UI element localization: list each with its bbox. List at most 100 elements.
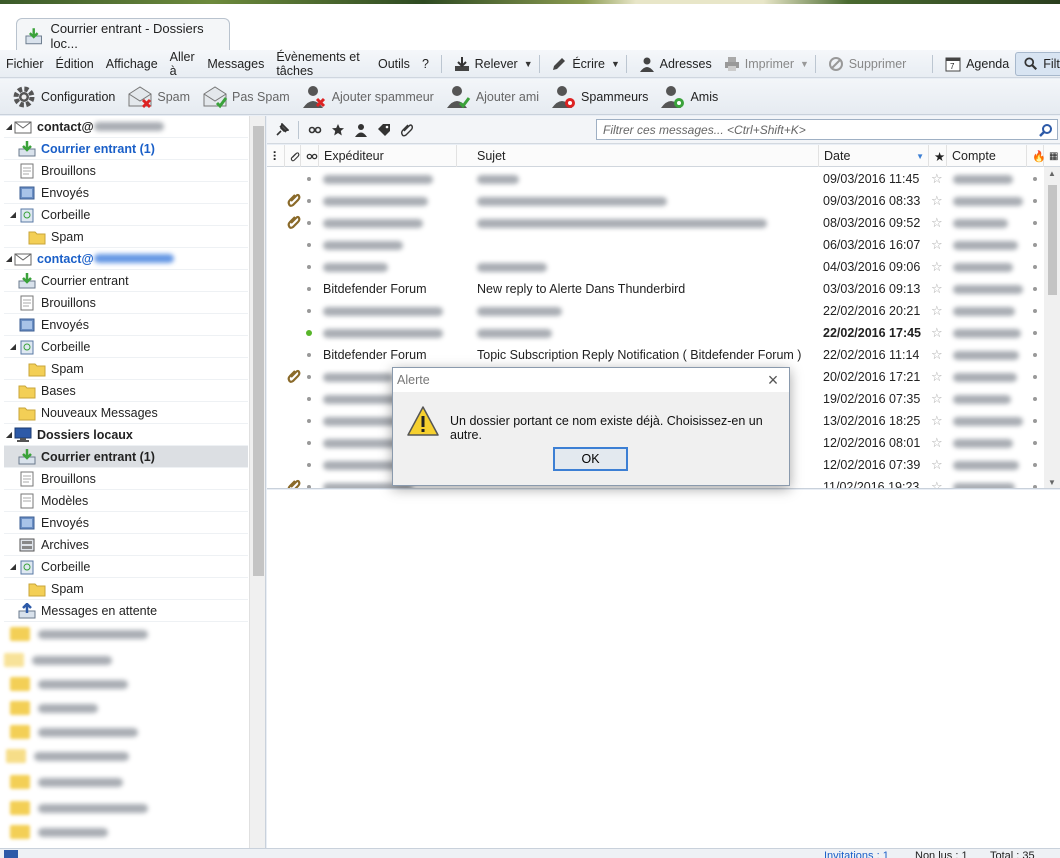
folder-spam[interactable]: Spam <box>4 578 248 600</box>
read-dot[interactable] <box>307 463 311 467</box>
junk-status-dot[interactable] <box>1033 375 1037 379</box>
junk-column[interactable]: 🔥 <box>1027 145 1046 167</box>
folder-drafts[interactable]: Brouillons <box>4 468 248 490</box>
folder-trash[interactable]: ◢ Corbeille <box>4 336 248 358</box>
star-column[interactable]: ★ <box>929 145 947 167</box>
folder-sent[interactable]: Envoyés <box>4 314 248 336</box>
junk-status-dot[interactable] <box>1033 243 1037 247</box>
scrollbar-thumb[interactable] <box>1048 185 1057 295</box>
star-icon[interactable]: ☆ <box>931 347 943 363</box>
add-friend-button[interactable]: Ajouter ami <box>443 84 542 110</box>
collapse-icon[interactable]: ◢ <box>8 210 18 219</box>
folder-outbox[interactable]: Messages en attente <box>4 600 248 622</box>
friends-button[interactable]: Amis <box>657 84 721 110</box>
junk-status-dot[interactable] <box>1033 419 1037 423</box>
folder-archives[interactable]: Archives <box>4 534 248 556</box>
redacted-folder[interactable] <box>10 724 138 740</box>
quick-filter-input[interactable]: Filtrer ces messages... <Ctrl+Shift+K> <box>596 119 1058 140</box>
menu-aller-a[interactable]: Aller à <box>164 50 202 78</box>
attachment-filter-icon[interactable] <box>400 123 414 137</box>
message-row[interactable]: 08/03/2016 09:52 ☆ <box>267 212 1044 234</box>
junk-status-dot[interactable] <box>1033 353 1037 357</box>
spammers-button[interactable]: Spammeurs <box>548 84 651 110</box>
redacted-folder[interactable] <box>10 824 108 840</box>
subject-column[interactable]: Sujet <box>457 145 819 167</box>
print-dropdown[interactable]: ▼ <box>800 59 809 69</box>
scrollbar-thumb[interactable] <box>253 126 264 576</box>
read-dot[interactable] <box>307 485 311 488</box>
redacted-folder[interactable] <box>10 676 128 692</box>
junk-status-dot[interactable] <box>1033 309 1037 313</box>
tag-filter-icon[interactable] <box>377 123 391 137</box>
thread-column[interactable]: ⠇ <box>267 145 285 167</box>
unread-filter-icon[interactable] <box>308 123 322 137</box>
read-dot[interactable] <box>307 309 311 313</box>
redacted-folder[interactable] <box>10 774 123 790</box>
menu-affichage[interactable]: Affichage <box>100 57 164 71</box>
read-dot[interactable] <box>307 441 311 445</box>
redacted-folder[interactable] <box>6 748 129 764</box>
folder-new-messages[interactable]: Nouveaux Messages <box>4 402 248 424</box>
scroll-down-icon[interactable]: ▼ <box>1048 478 1056 487</box>
redacted-folder[interactable] <box>4 652 112 668</box>
folder-trash[interactable]: ◢ Corbeille <box>4 204 248 226</box>
account-column[interactable]: Compte <box>947 145 1027 167</box>
star-icon[interactable]: ☆ <box>931 281 943 297</box>
folder-spam[interactable]: Spam <box>4 358 248 380</box>
read-dot[interactable] <box>307 419 311 423</box>
star-icon[interactable]: ☆ <box>931 391 943 407</box>
star-icon[interactable]: ☆ <box>931 435 943 451</box>
ok-button[interactable]: OK <box>553 447 628 471</box>
star-icon[interactable]: ☆ <box>931 479 943 488</box>
folder-inbox[interactable]: Courrier entrant <box>4 270 248 292</box>
folder-spam[interactable]: Spam <box>4 226 248 248</box>
folder-scrollbar[interactable] <box>249 116 265 848</box>
scroll-up-icon[interactable]: ▲ <box>1048 169 1056 178</box>
redacted-folder[interactable] <box>10 626 148 642</box>
collapse-icon[interactable]: ◢ <box>8 342 18 351</box>
read-dot[interactable] <box>307 265 311 269</box>
column-picker[interactable]: ▦ <box>1044 145 1060 167</box>
message-row[interactable]: 09/03/2016 11:45 ☆ <box>267 168 1044 190</box>
attachment-column[interactable] <box>285 145 301 167</box>
message-row[interactable]: 06/03/2016 16:07 ☆ <box>267 234 1044 256</box>
folder-sent[interactable]: Envoyés <box>4 512 248 534</box>
read-dot[interactable] <box>307 287 311 291</box>
star-icon[interactable]: ☆ <box>931 171 943 187</box>
calendar-button[interactable]: 7 Agenda <box>939 52 1015 76</box>
read-dot[interactable] <box>307 375 311 379</box>
read-column[interactable] <box>301 145 319 167</box>
folder-templates[interactable]: Modèles <box>4 490 248 512</box>
spam-button[interactable]: Spam <box>124 84 193 110</box>
delete-button[interactable]: Supprimer <box>822 52 913 76</box>
read-dot[interactable] <box>307 243 311 247</box>
write-button[interactable]: Écrire <box>545 52 611 76</box>
not-spam-button[interactable]: Pas Spam <box>199 84 293 110</box>
add-spammer-button[interactable]: Ajouter spammeur <box>299 84 437 110</box>
filter-toggle[interactable]: Filtre <box>1015 51 1060 76</box>
menu-fichier[interactable]: Fichier <box>0 57 50 71</box>
address-book-button[interactable]: Adresses <box>633 52 718 76</box>
read-dot[interactable] <box>307 397 311 401</box>
star-icon[interactable]: ☆ <box>931 237 943 253</box>
folder-inbox-selected[interactable]: Courrier entrant (1) <box>4 446 248 468</box>
junk-status-dot[interactable] <box>1033 331 1037 335</box>
close-icon[interactable]: × <box>765 370 781 390</box>
message-row[interactable]: Bitdefender Forum New reply to Alerte Dan… <box>267 278 1044 300</box>
local-folders[interactable]: ◢ Dossiers locaux <box>4 424 248 446</box>
status-invitations[interactable]: Invitations : 1 <box>824 850 889 858</box>
read-dot[interactable] <box>307 221 311 225</box>
read-dot[interactable] <box>307 177 311 181</box>
folder-drafts[interactable]: Brouillons <box>4 160 248 182</box>
junk-status-dot[interactable] <box>1033 199 1037 203</box>
menu-messages[interactable]: Messages <box>201 57 270 71</box>
star-icon[interactable]: ☆ <box>931 325 943 341</box>
collapse-icon[interactable]: ◢ <box>8 562 18 571</box>
redacted-folder[interactable] <box>10 700 98 716</box>
junk-status-dot[interactable] <box>1033 441 1037 445</box>
junk-status-dot[interactable] <box>1033 463 1037 467</box>
star-icon[interactable]: ☆ <box>931 413 943 429</box>
star-icon[interactable]: ☆ <box>931 369 943 385</box>
menu-help[interactable]: ? <box>416 57 435 71</box>
collapse-icon[interactable]: ◢ <box>4 122 14 131</box>
